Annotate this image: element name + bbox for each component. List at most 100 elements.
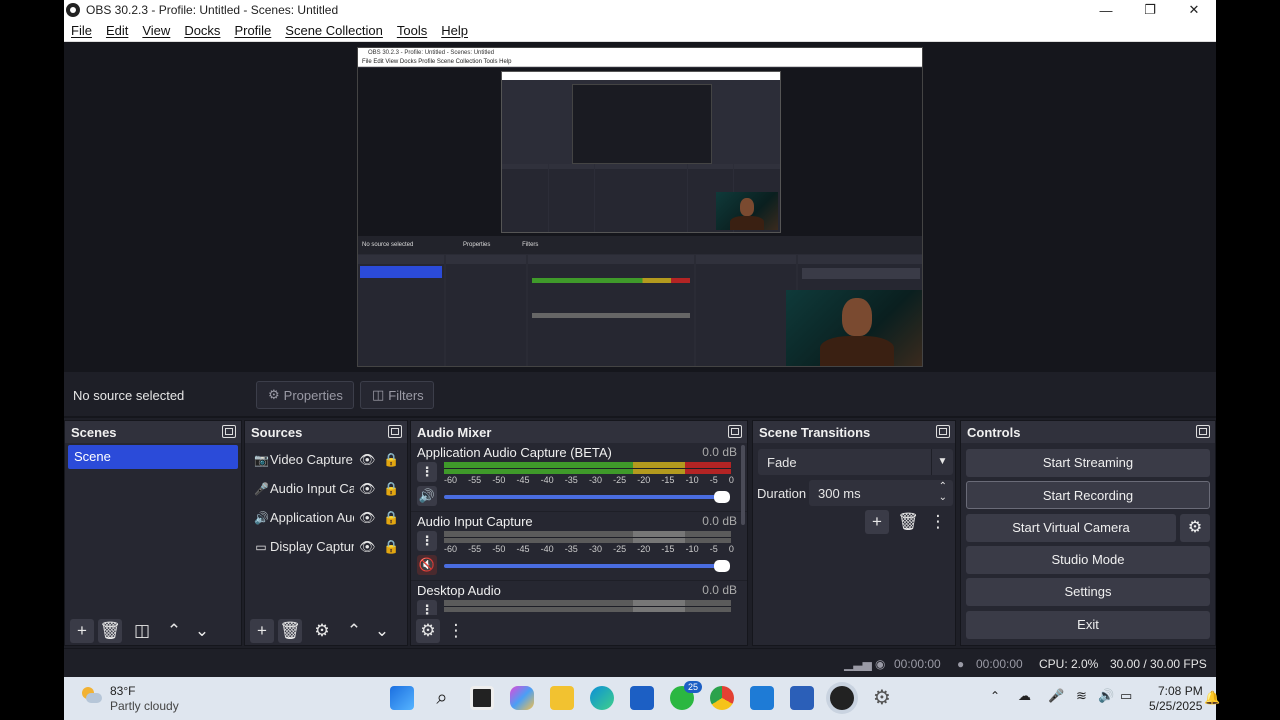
more-options-icon[interactable]: ⋮ xyxy=(444,619,468,643)
source-item-video-capture[interactable]: 📷 Video Capture Device 👁 🔒 xyxy=(245,445,407,474)
duration-spinbox[interactable]: 300 ms ⌃ ⌄ xyxy=(809,480,953,506)
speaker-icon[interactable]: 🔊 xyxy=(417,486,437,506)
more-options-icon[interactable]: ⋮ xyxy=(417,531,437,551)
trash-icon[interactable]: 🗑 xyxy=(278,619,302,643)
close-button[interactable]: ✕ xyxy=(1172,2,1216,18)
properties-label: Properties xyxy=(283,387,343,403)
copilot-icon[interactable] xyxy=(510,686,534,710)
eye-icon[interactable]: 👁 xyxy=(359,481,376,497)
mixer-channel: Audio Input Capture 0.0 dB ⋮ -60 -55 -50 -4… xyxy=(411,512,747,581)
undock-icon[interactable] xyxy=(222,425,236,438)
gear-icon[interactable]: ⚙ xyxy=(416,619,440,643)
more-options-icon[interactable]: ⋮ xyxy=(926,510,950,534)
vscode-icon[interactable] xyxy=(750,686,774,710)
edge-icon[interactable] xyxy=(590,686,614,710)
wifi-icon[interactable]: ≋ xyxy=(1076,688,1087,704)
mixer-scrollbar[interactable] xyxy=(741,445,745,525)
trash-icon[interactable]: 🗑 xyxy=(98,619,122,643)
speaker-muted-icon[interactable]: 🔇 xyxy=(417,555,437,575)
menu-view[interactable]: View xyxy=(135,23,177,38)
task-view-icon[interactable] xyxy=(470,686,494,710)
lock-icon[interactable]: 🔒 xyxy=(383,452,399,468)
volume-slider[interactable] xyxy=(444,491,730,503)
file-explorer-icon[interactable] xyxy=(550,686,574,710)
start-streaming-button[interactable]: Start Streaming xyxy=(966,449,1210,477)
settings-gear-icon[interactable]: ⚙ xyxy=(870,686,894,710)
menu-edit[interactable]: Edit xyxy=(99,23,135,38)
undock-icon[interactable] xyxy=(388,425,402,438)
cloud-icon[interactable]: ☁ xyxy=(1018,688,1031,704)
studio-mode-button[interactable]: Studio Mode xyxy=(966,546,1210,574)
transition-type-value: Fade xyxy=(767,455,797,470)
source-item-audio-input[interactable]: 🎤 Audio Input Capture 👁 🔒 xyxy=(245,474,407,503)
start-recording-button[interactable]: Start Recording xyxy=(966,481,1210,509)
store-icon[interactable] xyxy=(630,686,654,710)
chevron-up-icon[interactable]: ⌃ xyxy=(342,619,366,643)
lock-icon[interactable]: 🔒 xyxy=(383,481,399,497)
gear-icon[interactable]: ⚙ xyxy=(1180,514,1210,542)
weather-partly-cloudy-icon[interactable] xyxy=(80,687,102,705)
more-options-icon[interactable]: ⋮ xyxy=(417,462,437,482)
obs-taskbar-icon[interactable] xyxy=(830,686,854,710)
lock-icon[interactable]: 🔒 xyxy=(383,539,399,555)
volume-icon[interactable]: 🔊 xyxy=(1098,688,1114,704)
lock-icon[interactable]: 🔒 xyxy=(383,510,399,526)
whatsapp-icon[interactable]: 25 xyxy=(670,681,702,710)
duration-value: 300 ms xyxy=(818,486,861,501)
scene-item[interactable]: Scene xyxy=(68,445,238,469)
undock-icon[interactable] xyxy=(1196,425,1210,438)
undock-icon[interactable] xyxy=(936,425,950,438)
menu-tools[interactable]: Tools xyxy=(390,23,434,38)
start-virtual-camera-button[interactable]: Start Virtual Camera xyxy=(966,514,1176,542)
clock-time[interactable]: 7:08 PM xyxy=(1158,684,1203,698)
eye-icon[interactable]: 👁 xyxy=(359,510,376,526)
eye-icon[interactable]: 👁 xyxy=(359,452,376,468)
clock-date[interactable]: 5/25/2025 xyxy=(1149,699,1202,713)
microphone-icon[interactable]: 🎤 xyxy=(1048,688,1064,704)
transition-select[interactable]: Fade ▼ xyxy=(758,449,953,475)
scene-transitions-title: Scene Transitions xyxy=(759,424,871,440)
chrome-icon[interactable] xyxy=(710,686,734,710)
obs-window: OBS 30.2.3 - Profile: Untitled - Scenes:… xyxy=(64,0,1216,677)
battery-icon[interactable]: ▭ xyxy=(1120,688,1132,704)
minimize-button[interactable]: — xyxy=(1084,3,1128,18)
notifications-icon[interactable]: 🔔 xyxy=(1204,690,1220,706)
menu-docks[interactable]: Docks xyxy=(177,23,227,38)
properties-button[interactable]: ⚙ Properties xyxy=(256,381,354,409)
filter-icon[interactable]: ◫ xyxy=(130,619,154,643)
windows-taskbar: 83°F Partly cloudy ⌕ 25 ⚙ ⌃ ☁ 🎤 ≋ 🔊 ▭ 7:… xyxy=(64,677,1220,720)
source-item-display-capture[interactable]: ▭ Display Capture 👁 🔒 xyxy=(245,532,407,561)
chevron-down-icon[interactable]: ⌄ xyxy=(939,492,947,503)
gear-icon[interactable]: ⚙ xyxy=(310,619,334,643)
more-options-icon[interactable]: ⋮ xyxy=(417,600,437,615)
exit-button[interactable]: Exit xyxy=(966,611,1210,639)
search-icon[interactable]: ⌕ xyxy=(430,686,454,710)
maximize-button[interactable]: ❐ xyxy=(1128,2,1172,18)
mixer-toolbar: ⚙ ⋮ xyxy=(411,617,747,645)
windows-start-icon[interactable] xyxy=(390,686,414,710)
menu-scene-collection[interactable]: Scene Collection xyxy=(278,23,390,38)
chevron-down-icon[interactable]: ⌄ xyxy=(190,619,214,643)
word-icon[interactable] xyxy=(790,686,814,710)
chevron-up-icon[interactable]: ⌃ xyxy=(939,481,947,492)
settings-button[interactable]: Settings xyxy=(966,578,1210,606)
chevron-up-icon[interactable]: ⌃ xyxy=(990,689,1000,703)
trash-icon[interactable]: 🗑 xyxy=(896,510,920,534)
add-icon[interactable]: + xyxy=(70,619,94,643)
source-item-application-audio[interactable]: 🔊 Application Audio Capture 👁 🔒 xyxy=(245,503,407,532)
add-icon[interactable]: + xyxy=(250,619,274,643)
sources-toolbar: + 🗑 ⚙ ⌃ ⌄ xyxy=(245,617,407,645)
undock-icon[interactable] xyxy=(728,425,742,438)
menu-help[interactable]: Help xyxy=(434,23,475,38)
menu-file[interactable]: File xyxy=(64,23,99,38)
volume-slider[interactable] xyxy=(444,560,730,572)
filters-button[interactable]: ◫ Filters xyxy=(360,381,434,409)
menu-profile[interactable]: Profile xyxy=(227,23,278,38)
filters-label: Filters xyxy=(388,387,424,403)
add-icon[interactable]: + xyxy=(865,510,889,534)
sources-title: Sources xyxy=(251,424,303,440)
preview-canvas[interactable]: OBS 30.2.3 - Profile: Untitled - Scenes:… xyxy=(64,42,1216,372)
chevron-up-icon[interactable]: ⌃ xyxy=(162,619,186,643)
eye-icon[interactable]: 👁 xyxy=(359,539,376,555)
chevron-down-icon[interactable]: ⌄ xyxy=(370,619,394,643)
